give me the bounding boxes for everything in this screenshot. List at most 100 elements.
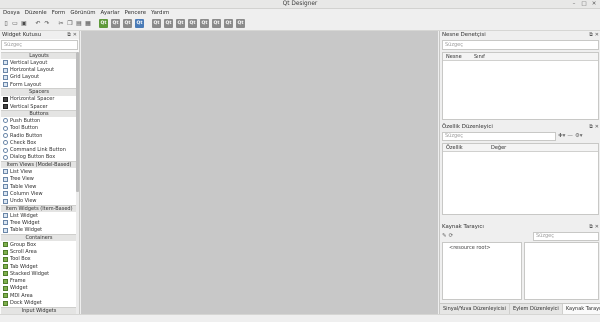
resource-file-list[interactable] [524, 242, 599, 300]
save-icon[interactable]: ▣ [20, 19, 28, 28]
widget-list-scrollbar[interactable] [76, 52, 79, 314]
column-header-property[interactable]: Özellik [443, 145, 488, 151]
column-header-object[interactable]: Nesne [443, 54, 471, 60]
property-editor: Özellik Düzenleyici ⧉ ✕ Süzgeç ✚▾ — ⚙▾ Ö… [440, 123, 600, 223]
widget-category[interactable]: Buttons [1, 110, 77, 118]
menu-file[interactable]: Dosya [3, 10, 20, 16]
paste-icon[interactable]: ▤ [75, 19, 83, 28]
adjust-size-icon[interactable]: Qt [236, 19, 245, 28]
mdi-canvas[interactable] [81, 31, 438, 314]
widget-item[interactable]: Tree Widget [1, 219, 77, 226]
widget-icon [3, 67, 8, 73]
edit-tab-order-icon[interactable]: Qt [135, 19, 144, 28]
cut-icon[interactable]: ✂ [57, 19, 65, 28]
widget-category[interactable]: Item Widgets (Item-Based) [1, 204, 77, 212]
widget-item[interactable]: Check Box [1, 139, 77, 146]
widget-item[interactable]: Command Link Button [1, 147, 77, 154]
column-header-value[interactable]: Değer [488, 145, 506, 151]
dock-close-icon[interactable]: ✕ [73, 32, 77, 38]
widget-box-filter-input[interactable]: Süzgeç [1, 40, 78, 50]
tab-action-editor[interactable]: Eylem Düzenleyici [510, 304, 563, 314]
widget-item[interactable]: List View [1, 168, 77, 175]
menu-window[interactable]: Pencere [125, 10, 147, 16]
dock-close-icon[interactable]: ✕ [595, 124, 599, 130]
property-table[interactable]: Özellik Değer [442, 143, 599, 215]
widget-item[interactable]: Dialog Button Box [1, 154, 77, 161]
float-icon[interactable]: ⧉ [67, 32, 71, 38]
widget-item[interactable]: Tool Button [1, 125, 77, 132]
resource-filter-input[interactable]: Süzgeç [533, 231, 599, 241]
widget-item[interactable]: Table View [1, 183, 77, 190]
widget-category[interactable]: Layouts [1, 52, 77, 60]
widget-item[interactable]: Stacked Widget [1, 270, 77, 277]
maximize-icon[interactable]: □ [581, 1, 587, 7]
widget-item[interactable]: Grid Layout [1, 74, 77, 81]
undo-icon[interactable]: ↶ [34, 19, 42, 28]
widget-item[interactable]: Tab Widget [1, 263, 77, 270]
widget-item[interactable]: Vertical Layout [1, 59, 77, 66]
redo-icon[interactable]: ↷ [43, 19, 51, 28]
widget-item[interactable]: MDI Area [1, 292, 77, 299]
widget-category[interactable]: Containers [1, 233, 77, 242]
edit-widgets-icon[interactable]: Qt [99, 19, 108, 28]
widget-item[interactable]: Horizontal Spacer [1, 96, 77, 103]
remove-property-icon[interactable]: — [567, 133, 573, 139]
object-tree[interactable]: Nesne Sınıf [442, 52, 599, 120]
widget-item[interactable]: Undo View [1, 198, 77, 205]
float-icon[interactable]: ⧉ [589, 224, 593, 230]
resource-tree[interactable]: <resource root> [442, 242, 522, 300]
widget-category[interactable]: Input Widgets [1, 306, 77, 314]
widget-item[interactable]: Tool Box [1, 256, 77, 263]
dock-close-icon[interactable]: ✕ [595, 224, 599, 230]
float-icon[interactable]: ⧉ [589, 124, 593, 130]
property-filter-input[interactable]: Süzgeç [442, 131, 556, 141]
layout-splitter-h-icon[interactable]: Qt [176, 19, 185, 28]
menu-form[interactable]: Form [52, 10, 66, 16]
widget-item[interactable]: Table Widget [1, 227, 77, 234]
open-file-icon[interactable]: ▭ [11, 19, 19, 28]
tab-resource-browser[interactable]: Kaynak Tarayıcı [562, 304, 600, 314]
float-icon[interactable]: ⧉ [589, 32, 593, 38]
layout-vertical-icon[interactable]: Qt [164, 19, 173, 28]
widget-item[interactable]: Frame [1, 278, 77, 285]
widget-item[interactable]: Form Layout [1, 81, 77, 88]
widget-item[interactable]: Vertical Spacer [1, 103, 77, 110]
menu-help[interactable]: Yardım [151, 10, 169, 16]
edit-signals-icon[interactable]: Qt [111, 19, 120, 28]
menu-view[interactable]: Görünüm [70, 10, 95, 16]
widget-item[interactable]: Group Box [1, 241, 77, 248]
widget-item[interactable]: Tree View [1, 176, 77, 183]
dock-close-icon[interactable]: ✕ [595, 32, 599, 38]
tab-signal-slot-editor[interactable]: Sinyal/Yuva Düzenleyicisi [440, 304, 510, 314]
close-icon[interactable]: ✕ [591, 1, 597, 7]
configure-icon[interactable]: ⚙▾ [575, 133, 583, 139]
widget-item[interactable]: Push Button [1, 117, 77, 124]
widget-item[interactable]: Widget [1, 285, 77, 292]
object-inspector-filter-input[interactable]: Süzgeç [442, 40, 599, 50]
widget-item[interactable]: Horizontal Layout [1, 66, 77, 73]
layout-horizontal-icon[interactable]: Qt [152, 19, 161, 28]
menu-settings[interactable]: Ayarlar [101, 10, 120, 16]
widget-category[interactable]: Item Views (Model-Based) [1, 161, 77, 169]
edit-buddies-icon[interactable]: Qt [123, 19, 132, 28]
widget-item[interactable]: Dock Widget [1, 299, 77, 306]
add-property-icon[interactable]: ✚▾ [558, 133, 565, 139]
widget-item[interactable]: Scroll Area [1, 248, 77, 255]
copy-icon[interactable]: ❐ [66, 19, 74, 28]
reload-icon[interactable]: ⟳ [449, 233, 454, 239]
layout-splitter-v-icon[interactable]: Qt [188, 19, 197, 28]
menu-edit[interactable]: Düzenle [25, 10, 47, 16]
widget-item[interactable]: Column View [1, 190, 77, 197]
widget-category[interactable]: Spacers [1, 88, 77, 96]
layout-form-icon[interactable]: Qt [212, 19, 221, 28]
resource-root-item[interactable]: <resource root> [443, 243, 521, 253]
edit-resources-icon[interactable]: ✎ [442, 233, 447, 239]
column-header-class[interactable]: Sınıf [471, 54, 485, 60]
widget-item[interactable]: List Widget [1, 212, 77, 219]
widget-item[interactable]: Radio Button [1, 132, 77, 139]
minimize-icon[interactable]: – [571, 1, 577, 7]
new-file-icon[interactable]: ▯ [2, 19, 10, 28]
layout-grid-icon[interactable]: Qt [200, 19, 209, 28]
delete-icon[interactable]: ▦ [84, 19, 92, 28]
break-layout-icon[interactable]: Qt [224, 19, 233, 28]
